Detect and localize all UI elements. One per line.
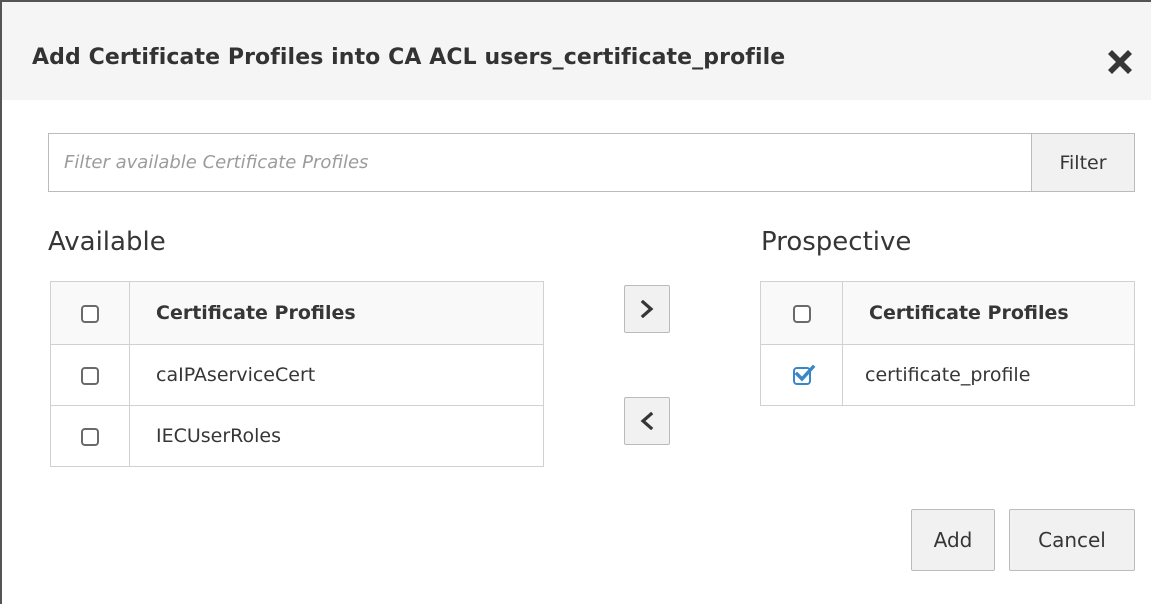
- close-button[interactable]: [1105, 45, 1135, 75]
- select-all-cell: [760, 281, 843, 345]
- row-label: caIPAserviceCert: [129, 344, 544, 406]
- close-icon: [1105, 45, 1135, 75]
- column-header: Certificate Profiles: [842, 281, 1135, 345]
- row-checkbox-checked[interactable]: [792, 364, 815, 385]
- row-checkbox[interactable]: [81, 366, 99, 385]
- row-checkbox-cell: [50, 405, 130, 467]
- chevron-left-icon: [640, 412, 654, 430]
- chevron-right-icon: [640, 300, 654, 318]
- dialog-header: Add Certificate Profiles into CA ACL use…: [2, 2, 1151, 100]
- row-checkbox-cell: [760, 344, 843, 406]
- row-checkbox[interactable]: [81, 427, 99, 446]
- dialog-title: Add Certificate Profiles into CA ACL use…: [32, 45, 786, 70]
- row-label: IECUserRoles: [129, 405, 544, 467]
- available-table: Certificate Profiles caIPAserviceCert IE…: [50, 281, 544, 467]
- table-row[interactable]: caIPAserviceCert: [50, 344, 544, 406]
- select-all-cell: [50, 281, 130, 345]
- table-row[interactable]: IECUserRoles: [50, 405, 544, 467]
- prospective-select-all-checkbox[interactable]: [792, 304, 811, 323]
- row-label: certificate_profile: [842, 344, 1135, 406]
- row-checkbox-cell: [50, 344, 130, 406]
- table-header-row: Certificate Profiles: [760, 281, 1135, 345]
- cancel-button[interactable]: Cancel: [1009, 509, 1135, 571]
- prospective-label: Prospective: [761, 227, 912, 257]
- add-to-prospective-button[interactable]: [624, 285, 670, 333]
- prospective-table: Certificate Profiles certificate_profile: [760, 281, 1135, 406]
- filter-button[interactable]: Filter: [1031, 133, 1135, 192]
- filter-input[interactable]: [48, 133, 1031, 192]
- available-label: Available: [48, 227, 166, 257]
- table-header-row: Certificate Profiles: [50, 281, 544, 345]
- add-certificate-profiles-dialog: Add Certificate Profiles into CA ACL use…: [0, 0, 1151, 604]
- add-button[interactable]: Add: [911, 509, 995, 571]
- remove-from-prospective-button[interactable]: [624, 397, 670, 445]
- checkmark-icon: [794, 364, 815, 381]
- available-select-all-checkbox[interactable]: [81, 304, 99, 323]
- column-header: Certificate Profiles: [129, 281, 544, 345]
- table-row[interactable]: certificate_profile: [760, 344, 1135, 406]
